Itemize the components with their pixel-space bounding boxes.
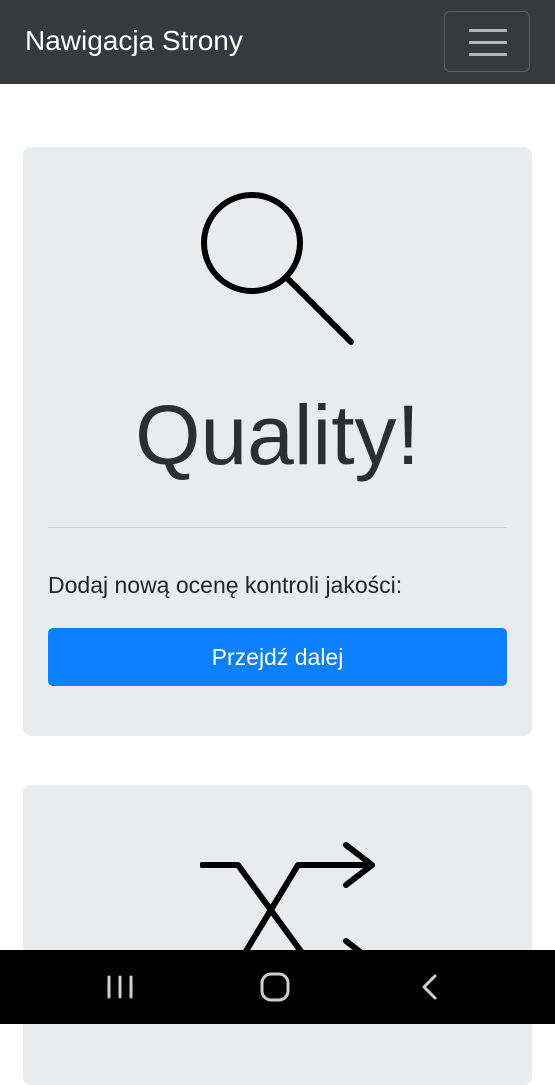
- quality-card: Quality! Dodaj nową ocenę kontroli jakoś…: [23, 147, 532, 736]
- proceed-button[interactable]: Przejdź dalej: [48, 628, 507, 686]
- shuffle-icon: [200, 842, 375, 961]
- card-description: Dodaj nową ocenę kontroli jakości:: [48, 572, 403, 598]
- search-icon: [201, 192, 354, 345]
- back-icon[interactable]: [410, 970, 450, 1004]
- divider: [48, 527, 507, 528]
- recents-icon[interactable]: [100, 970, 140, 1004]
- shuffle-card: [23, 785, 532, 1085]
- card-title: Quality!: [135, 388, 420, 482]
- navbar: Nawigacja Strony: [0, 0, 555, 84]
- home-icon[interactable]: [255, 970, 295, 1004]
- system-navigation-bar: [0, 950, 555, 1024]
- navbar-brand[interactable]: Nawigacja Strony: [25, 22, 243, 60]
- navbar-toggler-button[interactable]: [444, 11, 530, 72]
